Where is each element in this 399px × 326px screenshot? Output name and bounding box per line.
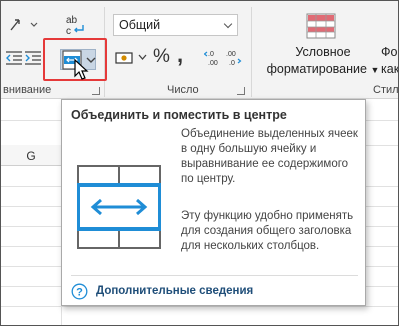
mouse-cursor-icon bbox=[74, 59, 89, 80]
decrease-decimal-icon[interactable]: .00 .0 bbox=[225, 48, 243, 68]
svg-text:.0: .0 bbox=[229, 60, 235, 67]
group-label-alignment: внивание bbox=[3, 84, 52, 96]
orientation-icon[interactable] bbox=[5, 14, 41, 36]
help-icon: ? bbox=[71, 283, 88, 300]
percent-icon[interactable]: % bbox=[153, 46, 170, 68]
chevron-down-icon bbox=[223, 19, 233, 29]
currency-icon[interactable] bbox=[115, 50, 137, 66]
column-header-g[interactable]: G bbox=[1, 145, 61, 166]
svg-text:.00: .00 bbox=[226, 51, 236, 58]
tooltip-usage: Эту функцию удобно применять для создани… bbox=[181, 210, 354, 252]
increase-indent-icon[interactable] bbox=[24, 50, 42, 66]
comma-style-icon[interactable]: , bbox=[177, 42, 183, 68]
decrease-indent-icon[interactable] bbox=[5, 50, 23, 66]
merge-cells-illustration-icon bbox=[77, 165, 161, 249]
merge-and-center-tooltip: Объединить и поместить в центре Объедине… bbox=[61, 99, 366, 306]
tooltip-description: Объединение выделенных ячеек в одну боль… bbox=[181, 128, 358, 185]
merge-and-center-button[interactable] bbox=[43, 38, 107, 81]
tooltip-title: Объединить и поместить в центре bbox=[71, 108, 287, 122]
conditional-formatting-icon[interactable] bbox=[306, 13, 336, 39]
dialog-launcher-icon[interactable] bbox=[237, 87, 245, 95]
svg-text:?: ? bbox=[76, 287, 83, 299]
wrap-text-icon[interactable]: ab c bbox=[63, 13, 87, 37]
group-label-styles: Стил bbox=[373, 84, 399, 96]
svg-text:c: c bbox=[66, 26, 71, 37]
svg-text:.00: .00 bbox=[208, 60, 218, 67]
excel-window: ab c Общий % , .0 .00 .00 .0 Условное фо… bbox=[0, 0, 399, 326]
format-as-table-button[interactable]: Фор как bbox=[381, 44, 399, 78]
divider bbox=[71, 275, 358, 276]
help-link-label[interactable]: Дополнительные сведения bbox=[96, 285, 253, 297]
conditional-formatting-label-line2: форматирование ▼ bbox=[266, 62, 380, 76]
chevron-down-icon[interactable] bbox=[138, 54, 147, 61]
increase-decimal-icon[interactable]: .0 .00 bbox=[204, 48, 222, 68]
number-format-dropdown[interactable]: Общий bbox=[113, 14, 238, 36]
svg-text:ab: ab bbox=[66, 15, 78, 26]
format-as-table-label-line1: Фор bbox=[381, 45, 398, 59]
ribbon: ab c Общий % , .0 .00 .00 .0 Условное фо… bbox=[1, 1, 399, 99]
dialog-launcher-icon[interactable] bbox=[92, 87, 100, 95]
group-label-number: Число bbox=[167, 84, 199, 96]
conditional-formatting-label-line1: Условное bbox=[295, 45, 351, 59]
number-format-value: Общий bbox=[119, 18, 161, 32]
format-as-table-label-line2: как bbox=[381, 62, 399, 76]
svg-text:.0: .0 bbox=[208, 51, 214, 58]
conditional-formatting-button[interactable]: Условное форматирование ▼ bbox=[263, 44, 383, 79]
